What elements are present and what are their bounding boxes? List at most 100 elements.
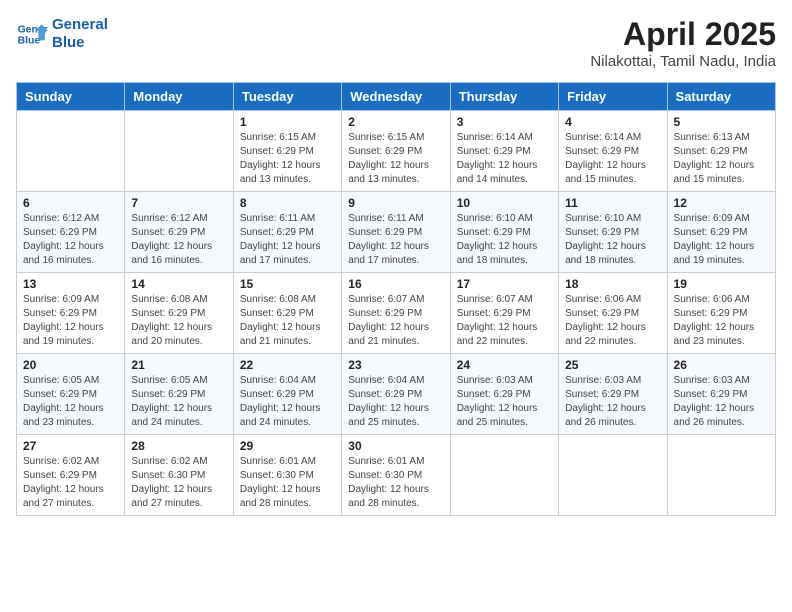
weekday-header-tuesday: Tuesday	[233, 83, 341, 111]
day-number: 27	[23, 439, 118, 453]
day-number: 25	[565, 358, 660, 372]
day-detail: Sunrise: 6:15 AM Sunset: 6:29 PM Dayligh…	[240, 131, 335, 187]
calendar-cell: 2 Sunrise: 6:15 AM Sunset: 6:29 PM Daylig…	[342, 111, 450, 192]
day-detail: Sunrise: 6:13 AM Sunset: 6:29 PM Dayligh…	[674, 131, 769, 187]
day-number: 5	[674, 115, 769, 129]
calendar-cell: 27 Sunrise: 6:02 AM Sunset: 6:29 PM Dayli…	[17, 435, 125, 516]
day-detail: Sunrise: 6:14 AM Sunset: 6:29 PM Dayligh…	[457, 131, 552, 187]
day-number: 8	[240, 196, 335, 210]
weekday-header-monday: Monday	[125, 83, 233, 111]
day-number: 28	[131, 439, 226, 453]
day-number: 6	[23, 196, 118, 210]
logo: General Blue General Blue	[16, 16, 108, 52]
day-detail: Sunrise: 6:14 AM Sunset: 6:29 PM Dayligh…	[565, 131, 660, 187]
calendar-cell: 7Sunrise: 6:12 AM Sunset: 6:29 PM Daylig…	[125, 192, 233, 273]
day-detail: Sunrise: 6:02 AM Sunset: 6:29 PM Dayligh…	[23, 455, 118, 511]
calendar-week-1: 1 Sunrise: 6:15 AM Sunset: 6:29 PM Daylig…	[17, 111, 776, 192]
calendar-cell: 28 Sunrise: 6:02 AM Sunset: 6:30 PM Dayli…	[125, 435, 233, 516]
day-detail: Sunrise: 6:03 AM Sunset: 6:29 PM Dayligh…	[674, 374, 769, 430]
weekday-header-sunday: Sunday	[17, 83, 125, 111]
day-number: 20	[23, 358, 118, 372]
day-number: 22	[240, 358, 335, 372]
day-number: 21	[131, 358, 226, 372]
day-number: 18	[565, 277, 660, 291]
day-number: 24	[457, 358, 552, 372]
calendar-cell: 15Sunrise: 6:08 AM Sunset: 6:29 PM Dayli…	[233, 273, 341, 354]
day-detail: Sunrise: 6:08 AM Sunset: 6:29 PM Dayligh…	[240, 293, 335, 349]
calendar-cell: 18 Sunrise: 6:06 AM Sunset: 6:29 PM Dayli…	[559, 273, 667, 354]
calendar-cell: 12 Sunrise: 6:09 AM Sunset: 6:29 PM Dayli…	[667, 192, 775, 273]
day-number: 12	[674, 196, 769, 210]
calendar-cell: 25 Sunrise: 6:03 AM Sunset: 6:29 PM Dayli…	[559, 354, 667, 435]
day-number: 7	[131, 196, 226, 210]
page-header: General Blue General Blue April 2025 Nil…	[16, 16, 776, 70]
day-detail: Sunrise: 6:06 AM Sunset: 6:29 PM Dayligh…	[565, 293, 660, 349]
day-detail: Sunrise: 6:07 AM Sunset: 6:29 PM Dayligh…	[457, 293, 552, 349]
calendar-cell	[667, 435, 775, 516]
day-detail: Sunrise: 6:15 AM Sunset: 6:29 PM Dayligh…	[348, 131, 443, 187]
calendar-week-3: 13Sunrise: 6:09 AM Sunset: 6:29 PM Dayli…	[17, 273, 776, 354]
day-number: 9	[348, 196, 443, 210]
day-number: 2	[348, 115, 443, 129]
calendar-table: SundayMondayTuesdayWednesdayThursdayFrid…	[16, 82, 776, 516]
day-detail: Sunrise: 6:10 AM Sunset: 6:29 PM Dayligh…	[565, 212, 660, 268]
calendar-cell: 23Sunrise: 6:04 AM Sunset: 6:29 PM Dayli…	[342, 354, 450, 435]
calendar-cell	[450, 435, 558, 516]
location-title: Nilakottai, Tamil Nadu, India	[590, 53, 776, 70]
calendar-cell: 10 Sunrise: 6:10 AM Sunset: 6:29 PM Dayli…	[450, 192, 558, 273]
calendar-cell: 30 Sunrise: 6:01 AM Sunset: 6:30 PM Dayli…	[342, 435, 450, 516]
day-number: 26	[674, 358, 769, 372]
logo-icon: General Blue	[16, 18, 48, 50]
calendar-cell: 16Sunrise: 6:07 AM Sunset: 6:29 PM Dayli…	[342, 273, 450, 354]
calendar-cell: 8 Sunrise: 6:11 AM Sunset: 6:29 PM Daylig…	[233, 192, 341, 273]
calendar-cell	[559, 435, 667, 516]
day-number: 1	[240, 115, 335, 129]
day-detail: Sunrise: 6:11 AM Sunset: 6:29 PM Dayligh…	[240, 212, 335, 268]
calendar-week-2: 6Sunrise: 6:12 AM Sunset: 6:29 PM Daylig…	[17, 192, 776, 273]
calendar-cell: 29 Sunrise: 6:01 AM Sunset: 6:30 PM Dayli…	[233, 435, 341, 516]
calendar-cell: 20 Sunrise: 6:05 AM Sunset: 6:29 PM Dayli…	[17, 354, 125, 435]
calendar-cell: 3 Sunrise: 6:14 AM Sunset: 6:29 PM Daylig…	[450, 111, 558, 192]
calendar-cell: 4 Sunrise: 6:14 AM Sunset: 6:29 PM Daylig…	[559, 111, 667, 192]
day-detail: Sunrise: 6:09 AM Sunset: 6:29 PM Dayligh…	[674, 212, 769, 268]
calendar-cell: 1 Sunrise: 6:15 AM Sunset: 6:29 PM Daylig…	[233, 111, 341, 192]
day-detail: Sunrise: 6:05 AM Sunset: 6:29 PM Dayligh…	[23, 374, 118, 430]
logo-blue: Blue	[52, 34, 108, 52]
month-title: April 2025	[590, 16, 776, 53]
day-number: 4	[565, 115, 660, 129]
day-detail: Sunrise: 6:01 AM Sunset: 6:30 PM Dayligh…	[348, 455, 443, 511]
day-detail: Sunrise: 6:06 AM Sunset: 6:29 PM Dayligh…	[674, 293, 769, 349]
day-number: 16	[348, 277, 443, 291]
day-detail: Sunrise: 6:02 AM Sunset: 6:30 PM Dayligh…	[131, 455, 226, 511]
day-number: 30	[348, 439, 443, 453]
calendar-cell: 11Sunrise: 6:10 AM Sunset: 6:29 PM Dayli…	[559, 192, 667, 273]
day-detail: Sunrise: 6:04 AM Sunset: 6:29 PM Dayligh…	[240, 374, 335, 430]
day-number: 29	[240, 439, 335, 453]
calendar-week-5: 27 Sunrise: 6:02 AM Sunset: 6:29 PM Dayli…	[17, 435, 776, 516]
day-number: 23	[348, 358, 443, 372]
day-number: 10	[457, 196, 552, 210]
weekday-header-thursday: Thursday	[450, 83, 558, 111]
calendar-header-row: SundayMondayTuesdayWednesdayThursdayFrid…	[17, 83, 776, 111]
day-detail: Sunrise: 6:01 AM Sunset: 6:30 PM Dayligh…	[240, 455, 335, 511]
calendar-cell: 19Sunrise: 6:06 AM Sunset: 6:29 PM Dayli…	[667, 273, 775, 354]
weekday-header-saturday: Saturday	[667, 83, 775, 111]
day-number: 14	[131, 277, 226, 291]
calendar-cell	[125, 111, 233, 192]
calendar-cell: 21Sunrise: 6:05 AM Sunset: 6:29 PM Dayli…	[125, 354, 233, 435]
calendar-cell: 6Sunrise: 6:12 AM Sunset: 6:29 PM Daylig…	[17, 192, 125, 273]
calendar-cell: 26 Sunrise: 6:03 AM Sunset: 6:29 PM Dayli…	[667, 354, 775, 435]
day-number: 3	[457, 115, 552, 129]
day-detail: Sunrise: 6:03 AM Sunset: 6:29 PM Dayligh…	[457, 374, 552, 430]
title-block: April 2025 Nilakottai, Tamil Nadu, India	[590, 16, 776, 70]
logo-general: General	[52, 16, 108, 34]
calendar-cell: 17 Sunrise: 6:07 AM Sunset: 6:29 PM Dayli…	[450, 273, 558, 354]
day-detail: Sunrise: 6:03 AM Sunset: 6:29 PM Dayligh…	[565, 374, 660, 430]
day-number: 17	[457, 277, 552, 291]
day-detail: Sunrise: 6:09 AM Sunset: 6:29 PM Dayligh…	[23, 293, 118, 349]
day-detail: Sunrise: 6:10 AM Sunset: 6:29 PM Dayligh…	[457, 212, 552, 268]
day-detail: Sunrise: 6:11 AM Sunset: 6:29 PM Dayligh…	[348, 212, 443, 268]
calendar-cell: 5 Sunrise: 6:13 AM Sunset: 6:29 PM Daylig…	[667, 111, 775, 192]
calendar-cell: 24 Sunrise: 6:03 AM Sunset: 6:29 PM Dayli…	[450, 354, 558, 435]
svg-text:Blue: Blue	[18, 36, 41, 47]
